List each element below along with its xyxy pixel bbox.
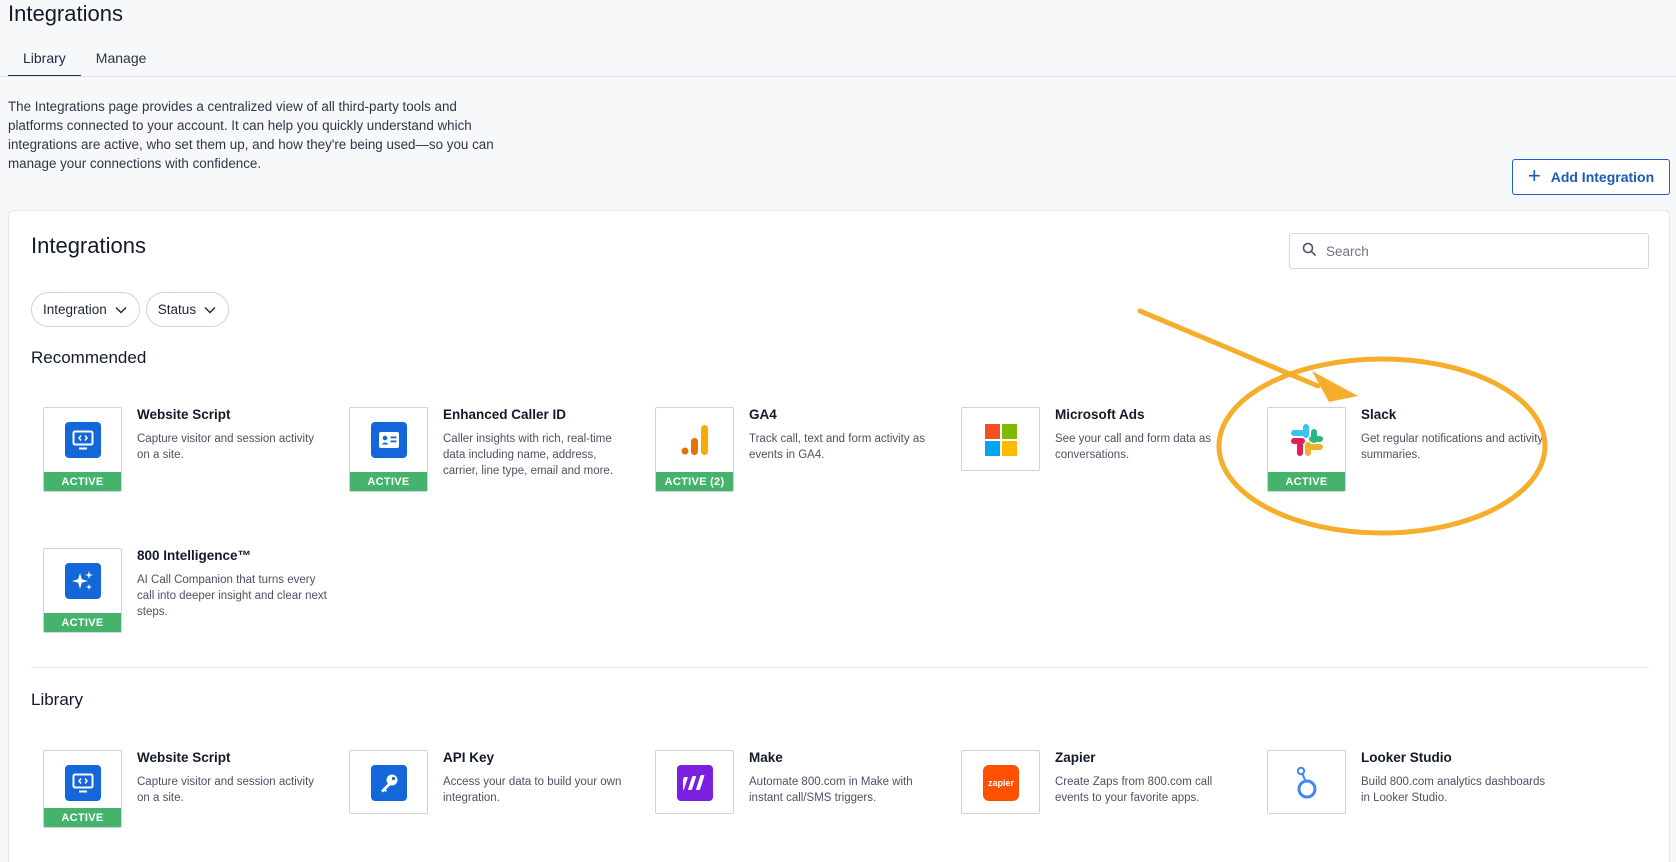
- search-box[interactable]: [1289, 233, 1649, 269]
- filter-bar: Integration Status: [31, 292, 230, 327]
- search-input[interactable]: [1326, 243, 1626, 259]
- card-enhanced-caller-id[interactable]: ACTIVE Enhanced Caller ID Caller insight…: [349, 407, 629, 497]
- recommended-heading: Recommended: [31, 348, 147, 367]
- card-description: Get regular notifications and activity s…: [1361, 433, 1544, 461]
- chevron-down-icon: [204, 302, 216, 317]
- card-logo: zapier: [961, 750, 1040, 814]
- microsoft-logo-icon: [983, 422, 1019, 458]
- card-slack[interactable]: ACTIVE Slack Get regular notifications a…: [1267, 407, 1547, 497]
- card-title: Zapier: [1055, 750, 1096, 765]
- card-zapier[interactable]: zapier Zapier Create Zaps from 800.com c…: [961, 750, 1241, 840]
- status-badge: ACTIVE: [44, 472, 121, 491]
- add-integration-button[interactable]: + Add Integration: [1512, 159, 1670, 195]
- card-title: GA4: [749, 407, 777, 422]
- sparkle-icon: [65, 563, 101, 599]
- card-logo: ACTIVE (2): [655, 407, 734, 492]
- card-description: Create Zaps from 800.com call events to …: [1055, 776, 1213, 804]
- add-integration-label: Add Integration: [1550, 169, 1655, 185]
- card-api-key[interactable]: API Key Access your data to build your o…: [349, 750, 629, 840]
- id-card-icon: [371, 422, 407, 458]
- status-badge: ACTIVE (2): [656, 472, 733, 491]
- looker-logo-icon: [1289, 765, 1325, 801]
- card-description: AI Call Companion that turns every call …: [137, 574, 327, 618]
- card-title: Website Script: [137, 407, 231, 422]
- card-800-intelligence[interactable]: ACTIVE 800 Intelligence™ AI Call Compani…: [43, 548, 327, 638]
- card-description: Caller insights with rich, real-time dat…: [443, 433, 614, 477]
- card-description: See your call and form data as conversat…: [1055, 433, 1211, 461]
- library-heading: Library: [31, 690, 83, 709]
- section-divider: [31, 667, 1649, 668]
- card-microsoft-ads[interactable]: Microsoft Ads See your call and form dat…: [961, 407, 1241, 497]
- card-logo: ACTIVE: [43, 407, 122, 492]
- panel-title: Integrations: [31, 233, 146, 258]
- card-title: Enhanced Caller ID: [443, 407, 567, 422]
- integration-filter[interactable]: Integration: [31, 292, 140, 327]
- status-filter-label: Status: [157, 302, 197, 317]
- card-logo: ACTIVE: [349, 407, 428, 492]
- ga4-bars-icon: [677, 422, 713, 458]
- card-title: Microsoft Ads: [1055, 407, 1145, 422]
- card-title: API Key: [443, 750, 495, 765]
- status-badge: ACTIVE: [350, 472, 427, 491]
- page-title: Integrations: [8, 1, 123, 26]
- slack-logo-icon: [1289, 422, 1325, 458]
- monitor-code-icon: [65, 765, 101, 801]
- card-logo: [961, 407, 1040, 471]
- card-logo: ACTIVE: [43, 548, 122, 633]
- card-logo: [349, 750, 428, 814]
- card-title: Looker Studio: [1361, 750, 1452, 765]
- card-description: Access your data to build your own integ…: [443, 776, 622, 804]
- card-make[interactable]: Make Automate 800.com in Make with insta…: [655, 750, 935, 840]
- zapier-logo-icon: zapier: [983, 765, 1019, 801]
- chevron-down-icon: [115, 302, 127, 317]
- card-description: Automate 800.com in Make with instant ca…: [749, 776, 913, 804]
- card-description: Build 800.com analytics dashboards in Lo…: [1361, 776, 1546, 804]
- card-logo: [1267, 750, 1346, 814]
- card-title: Website Script: [137, 750, 231, 765]
- intro-text: The Integrations page provides a central…: [8, 99, 494, 171]
- card-logo: ACTIVE: [43, 750, 122, 828]
- card-description: Track call, text and form activity as ev…: [749, 433, 925, 461]
- card-ga4[interactable]: ACTIVE (2) GA4 Track call, text and form…: [655, 407, 935, 497]
- card-logo: [655, 750, 734, 814]
- card-looker-studio[interactable]: Looker Studio Build 800.com analytics da…: [1267, 750, 1547, 840]
- make-logo-icon: [677, 765, 713, 801]
- integration-filter-label: Integration: [43, 302, 107, 317]
- card-title: Slack: [1361, 407, 1397, 422]
- integrations-panel: Integrations Integration Status Recommen…: [8, 210, 1670, 862]
- card-logo: ACTIVE: [1267, 407, 1346, 492]
- monitor-code-icon: [65, 422, 101, 458]
- status-filter[interactable]: Status: [145, 292, 230, 327]
- card-website-script[interactable]: ACTIVE Website Script Capture visitor an…: [43, 407, 323, 497]
- key-icon: [371, 765, 407, 801]
- card-description: Capture visitor and session activity on …: [137, 433, 315, 461]
- status-badge: ACTIVE: [1268, 472, 1345, 491]
- card-title: 800 Intelligence™: [137, 548, 252, 563]
- tab-manage[interactable]: Manage: [81, 44, 162, 77]
- card-title: Make: [749, 750, 783, 765]
- status-badge: ACTIVE: [44, 808, 121, 827]
- card-description: Capture visitor and session activity on …: [137, 776, 315, 804]
- tab-library[interactable]: Library: [8, 44, 81, 77]
- status-badge: ACTIVE: [44, 613, 121, 632]
- tab-bar: Library Manage: [8, 44, 161, 77]
- plus-icon: +: [1527, 163, 1541, 188]
- card-website-script-library[interactable]: ACTIVE Website Script Capture visitor an…: [43, 750, 323, 840]
- tabs-divider: [0, 76, 1676, 77]
- search-icon: [1302, 242, 1316, 261]
